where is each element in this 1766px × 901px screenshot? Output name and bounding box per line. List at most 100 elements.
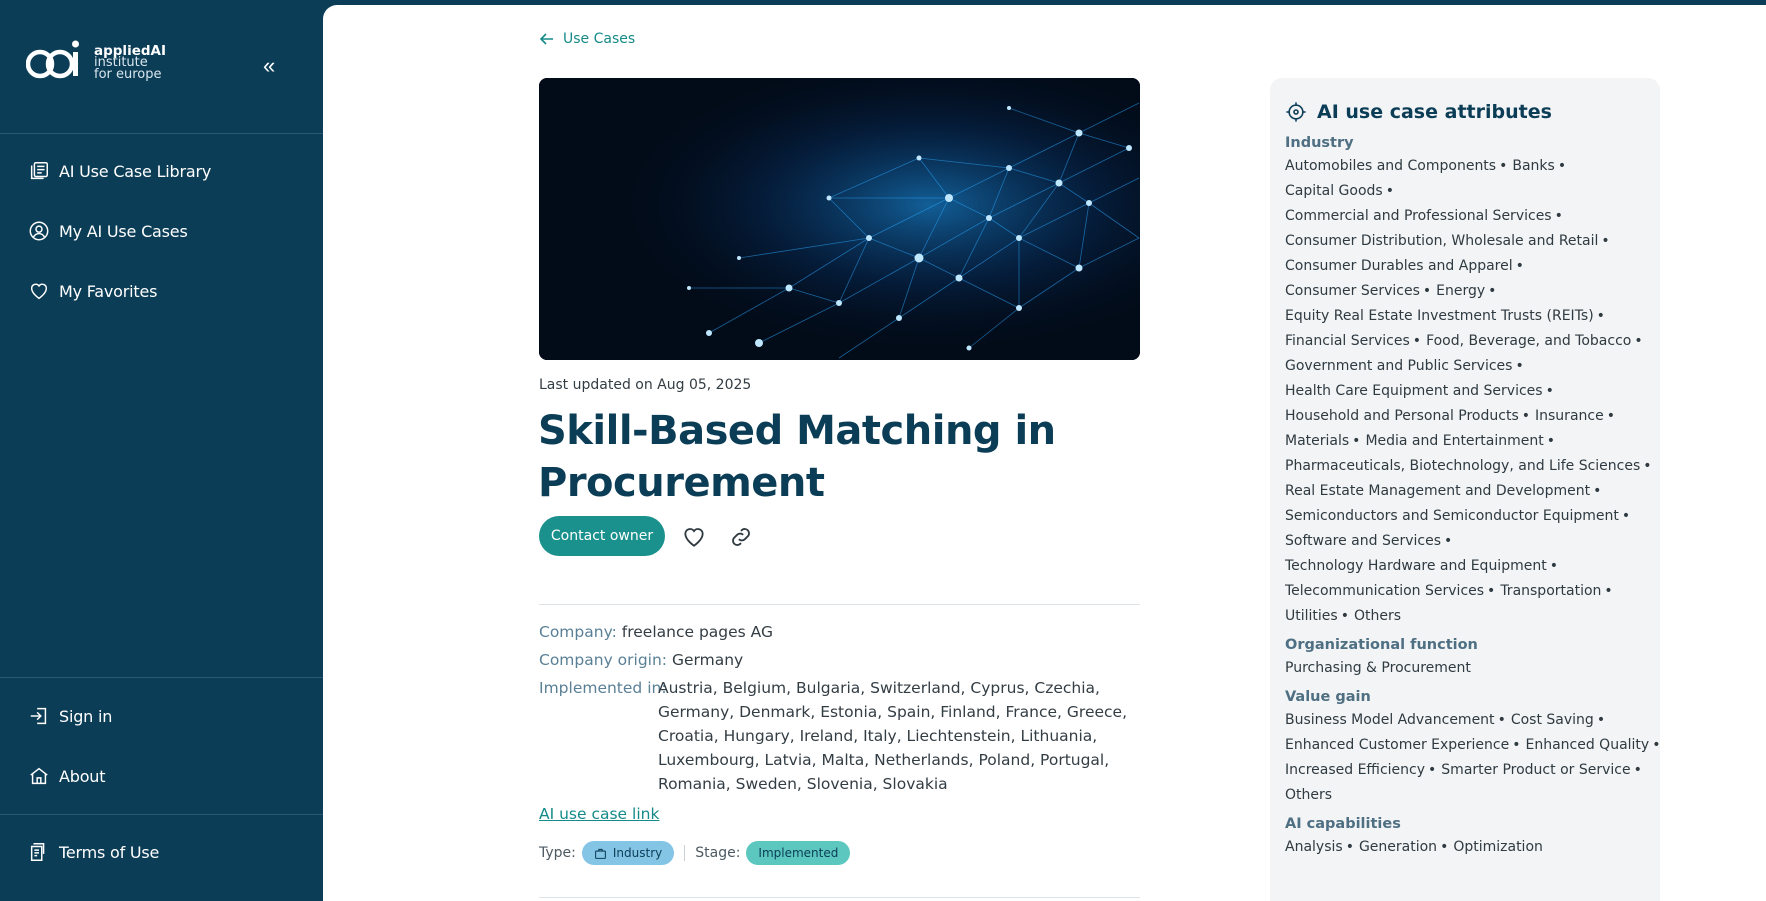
bullet-separator: • [1440, 839, 1449, 855]
sidebar-divider [0, 814, 323, 815]
attribute-value: Enhanced Customer Experience [1285, 737, 1510, 753]
company-row: Company: freelance pages AG [539, 620, 773, 644]
bullet-separator: • [1488, 283, 1497, 299]
brand-text: appliedAI institute for europe [94, 44, 166, 81]
attribute-line: Materials • Media and Entertainment • [1285, 429, 1645, 454]
attribute-value: Increased Efficiency [1285, 762, 1426, 778]
attribute-line: Pharmaceuticals, Biotechnology, and Life… [1285, 454, 1652, 479]
attribute-line: Capital Goods • [1285, 179, 1645, 204]
bullet-separator: • [1596, 308, 1605, 324]
attribute-group-title: Value gain [1285, 689, 1371, 705]
attribute-value: Financial Services [1285, 333, 1410, 349]
company-key: Company: [539, 623, 617, 641]
bullet-separator: • [1412, 333, 1422, 349]
heart-icon [30, 283, 48, 300]
stage-key: Stage: [695, 845, 741, 861]
attribute-value: Media and Entertainment [1365, 433, 1544, 449]
attribute-line: Household and Personal Products • Insuranc… [1285, 404, 1645, 429]
attribute-line: Utilities • Others [1285, 604, 1645, 629]
bullet-separator: • [1545, 383, 1554, 399]
attribute-value: Real Estate Management and Development [1285, 483, 1591, 499]
bullet-separator: • [1515, 358, 1524, 374]
attribute-value: Telecommunication Services [1285, 583, 1485, 599]
back-link[interactable]: Use Cases [539, 31, 635, 47]
brand-logo[interactable]: appliedAI institute for europe [26, 38, 166, 88]
attribute-line: Purchasing & Procurement [1285, 656, 1645, 681]
sidebar-item-terms[interactable]: Terms of Use [28, 841, 159, 863]
bullet-separator: • [1652, 737, 1661, 753]
attribute-line: Others [1285, 783, 1645, 808]
sidebar: appliedAI institute for europe « AI Use … [0, 0, 323, 901]
bullet-separator: • [1499, 158, 1508, 174]
attribute-group-title: Industry [1285, 135, 1354, 151]
sidebar-item-library[interactable]: AI Use Case Library [28, 160, 211, 182]
bullet-separator: • [1352, 433, 1361, 449]
bullet-separator: • [1596, 712, 1606, 728]
attribute-value: Insurance [1535, 408, 1604, 424]
attribute-value: Automobiles and Components [1285, 158, 1497, 174]
hero-image [539, 78, 1140, 360]
main-content: Use Cases Last updated on Aug 05, 2025 S… [323, 5, 1766, 901]
sidebar-item-label: About [59, 766, 106, 786]
bullet-separator: • [1428, 762, 1437, 778]
implemented-in-row: Implemented in: [539, 676, 667, 700]
attribute-value: Transportation [1500, 583, 1602, 599]
attributes-heading: AI use case attributes [1285, 101, 1645, 123]
ai-use-case-link[interactable]: AI use case link [539, 805, 659, 823]
attribute-line: Increased Efficiency • Smarter Product or … [1285, 758, 1645, 783]
implemented-in-value: Austria, Belgium, Bulgaria, Switzerland,… [658, 679, 1127, 793]
attribute-line: Health Care Equipment and Services • [1285, 379, 1645, 404]
sidebar-item-about[interactable]: About [28, 765, 106, 787]
attribute-line: Technology Hardware and Equipment • [1285, 554, 1645, 579]
attribute-line: Consumer Services • Energy • [1285, 279, 1645, 304]
attributes-card: AI use case attributes Industry Automobil… [1270, 78, 1660, 901]
attribute-value: Materials [1285, 433, 1350, 449]
attribute-value: Commercial and Professional Services [1285, 208, 1552, 224]
user-circle-icon [29, 221, 49, 241]
attribute-group-title: AI capabilities [1285, 816, 1401, 832]
company-origin-row: Company origin: Germany [539, 648, 743, 672]
contact-owner-button[interactable]: Contact owner [539, 516, 665, 556]
attribute-value: Food, Beverage, and Tobacco [1426, 333, 1632, 349]
copy-link-icon[interactable] [728, 524, 754, 550]
last-updated: Last updated on Aug 05, 2025 [539, 377, 752, 393]
attribute-value: Software and Services [1285, 533, 1441, 549]
attribute-line: Consumer Distribution, Wholesale and Ret… [1285, 229, 1645, 254]
sidebar-item-label: My AI Use Cases [59, 221, 188, 241]
page-title: Skill-Based Matching in Procurement [538, 408, 1056, 506]
sidebar-divider [0, 677, 323, 678]
sidebar-item-my-use-cases[interactable]: My AI Use Cases [28, 220, 188, 242]
favorite-heart-icon[interactable] [681, 524, 707, 550]
type-key: Type: [539, 845, 576, 861]
attribute-line: Software and Services • [1285, 529, 1645, 554]
attributes-heading-label: AI use case attributes [1317, 101, 1552, 123]
attribute-value: Purchasing & Procurement [1285, 660, 1471, 676]
type-badge: Industry [581, 841, 675, 865]
attribute-line: Semiconductors and Semiconductor Equipme… [1285, 504, 1645, 529]
sidebar-item-sign-in[interactable]: Sign in [28, 705, 112, 727]
section-divider [539, 604, 1140, 605]
bullet-separator: • [1557, 158, 1567, 174]
sidebar-item-label: Terms of Use [59, 842, 160, 862]
bullet-separator: • [1606, 408, 1615, 424]
attribute-line: Real Estate Management and Development • [1285, 479, 1645, 504]
sign-in-icon [30, 707, 47, 725]
attribute-value: Cost Saving [1510, 712, 1594, 728]
sidebar-item-favorites[interactable]: My Favorites [28, 280, 157, 302]
attribute-value: Technology Hardware and Equipment [1285, 558, 1547, 574]
collapse-sidebar-button[interactable]: « [263, 55, 275, 77]
attribute-value: Business Model Advancement [1285, 712, 1495, 728]
attribute-value: Analysis [1285, 839, 1343, 855]
attribute-value: Enhanced Quality [1525, 737, 1650, 753]
bullet-separator: • [1593, 483, 1602, 499]
attribute-groups: Industry Automobiles and Components • Banks… [1285, 135, 1660, 860]
attribute-value: Household and Personal Products [1285, 408, 1519, 424]
meta-separator [684, 845, 686, 861]
attribute-value: Others [1285, 787, 1333, 803]
sidebar-item-label: AI Use Case Library [59, 161, 212, 181]
bullet-separator: • [1643, 458, 1652, 474]
attribute-value: Health Care Equipment and Services [1285, 383, 1543, 399]
attribute-value: Smarter Product or Service [1441, 762, 1631, 778]
bullet-separator: • [1487, 583, 1496, 599]
attribute-line: Financial Services • Food, Beverage, and T… [1285, 329, 1645, 354]
